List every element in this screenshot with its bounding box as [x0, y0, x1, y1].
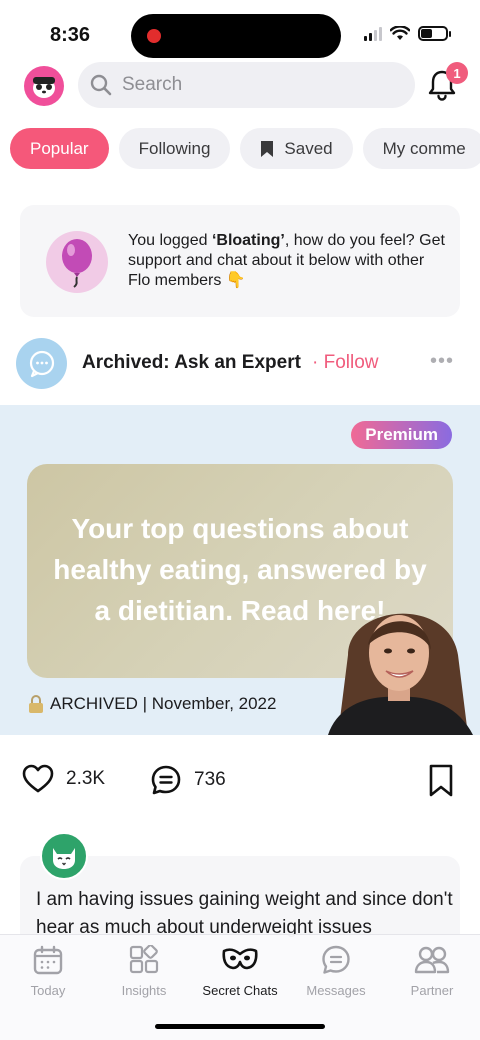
like-button[interactable]: 2.3K	[22, 764, 105, 794]
archived-label: ARCHIVED | November, 2022	[50, 694, 277, 713]
recording-indicator-icon	[147, 29, 161, 43]
nav-partner-label: Partner	[410, 983, 454, 998]
cat-avatar-icon	[53, 848, 75, 869]
nav-today[interactable]: Today	[0, 945, 96, 998]
panda-avatar-icon	[33, 77, 55, 98]
search-icon	[90, 74, 112, 96]
author-avatar[interactable]	[40, 832, 88, 880]
cellular-signal-icon	[364, 26, 382, 41]
comment-count: 736	[194, 769, 226, 790]
nav-insights-label: Insights	[121, 983, 167, 998]
symptom-prompt-card[interactable]: You logged ‘Bloating’, how do you feel? …	[20, 205, 460, 317]
profile-avatar[interactable]	[24, 66, 64, 106]
nav-partner[interactable]: Partner	[384, 945, 480, 998]
lock-icon	[29, 695, 43, 713]
insights-grid-icon	[129, 945, 159, 974]
expert-photo	[328, 613, 473, 735]
more-options-icon[interactable]: •••	[430, 350, 454, 373]
battery-icon	[418, 26, 451, 41]
search-bar[interactable]	[78, 62, 415, 108]
tab-saved-label: Saved	[284, 138, 333, 158]
status-bar: 8:36	[0, 0, 480, 66]
search-input[interactable]	[122, 74, 382, 96]
wifi-icon	[390, 26, 410, 40]
tab-popular[interactable]: Popular	[10, 128, 109, 169]
group-avatar[interactable]	[16, 338, 67, 389]
status-time: 8:36	[50, 24, 91, 46]
tab-saved[interactable]: Saved	[240, 128, 353, 169]
balloon-icon	[62, 239, 92, 288]
tab-my-comments[interactable]: My comme	[362, 128, 480, 169]
partner-people-icon	[414, 946, 450, 974]
mask-icon	[222, 948, 258, 970]
top-header: 1	[0, 62, 480, 108]
nav-insights[interactable]: Insights	[96, 945, 192, 998]
save-bookmark-icon[interactable]	[428, 764, 454, 798]
post-header: Archived: Ask an Expert · Follow •••	[0, 338, 480, 390]
post-hero[interactable]: Premium Your top questions about healthy…	[0, 405, 480, 735]
status-icons	[364, 26, 451, 41]
home-indicator[interactable]	[155, 1024, 325, 1029]
nav-messages-label: Messages	[306, 983, 366, 998]
heart-icon	[22, 764, 54, 793]
nav-secret-chats-label: Secret Chats	[202, 983, 278, 998]
prompt-text: You logged ‘Bloating’, how do you feel? …	[128, 231, 448, 291]
follow-button[interactable]: · Follow	[312, 352, 379, 374]
dynamic-island	[131, 14, 341, 58]
archived-line: ARCHIVED | November, 2022	[28, 694, 276, 714]
post-actions: 2.3K 736	[0, 760, 480, 804]
group-name[interactable]: Archived: Ask an Expert	[82, 352, 301, 374]
comment-icon	[151, 765, 181, 795]
bookmark-icon	[261, 140, 274, 157]
chat-bubble-icon	[29, 350, 54, 377]
nav-secret-chats[interactable]: Secret Chats	[192, 945, 288, 998]
nav-messages[interactable]: Messages	[288, 945, 384, 998]
tab-following[interactable]: Following	[118, 128, 231, 169]
comment-button[interactable]: 736	[150, 764, 226, 796]
calendar-icon	[33, 945, 63, 975]
messages-icon	[322, 945, 350, 974]
prompt-symptom: ‘Bloating’	[211, 232, 285, 249]
notification-badge: 1	[446, 62, 468, 84]
feed-tabs: Popular Following Saved My comme	[10, 128, 480, 169]
balloon-illustration	[46, 231, 108, 293]
prompt-text-before: You logged	[128, 232, 212, 249]
premium-badge: Premium	[351, 421, 452, 449]
like-count: 2.3K	[66, 768, 106, 789]
nav-today-label: Today	[30, 983, 66, 998]
